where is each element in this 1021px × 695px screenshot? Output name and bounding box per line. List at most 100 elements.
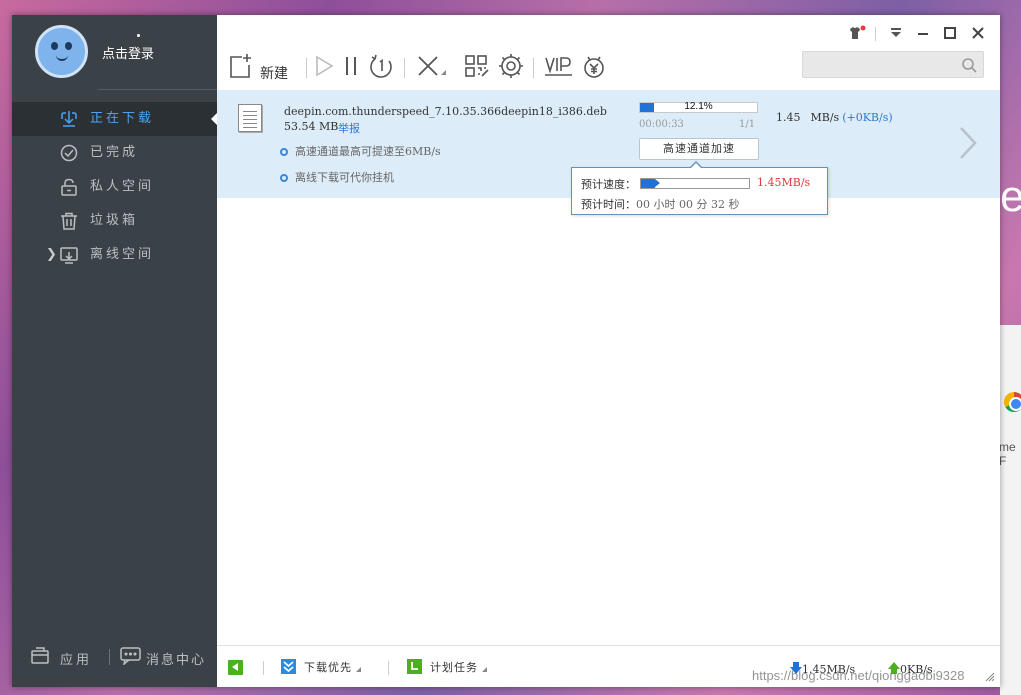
resize-grip-icon[interactable] (985, 672, 995, 682)
sidebar-footer: 应用 消息中心 (12, 645, 217, 675)
new-task-label: 新建 (260, 66, 288, 82)
messages-button[interactable]: 消息中心 (120, 647, 204, 669)
schedule-label: 计划任务 (430, 661, 478, 674)
close-icon (972, 27, 984, 39)
toolbar-divider (533, 58, 534, 78)
close-button[interactable] (971, 25, 985, 41)
sidebar: 点击登录 正在下载 已完成 私人空间 垃圾箱 ❯ 离线空间 应用 消息中心 (12, 15, 217, 687)
sidebar-item-completed[interactable]: 已完成 (12, 136, 217, 170)
message-icon (120, 647, 141, 666)
tip-offline[interactable]: 离线下载可代你挂机 (280, 169, 394, 185)
progress-bar: 12.1% (639, 101, 758, 113)
dropdown-icon (356, 667, 361, 672)
new-task-button[interactable]: 新建 (229, 53, 304, 82)
schedule-icon (407, 659, 422, 674)
bullet-icon (280, 174, 288, 182)
sidebar-nav: 正在下载 已完成 私人空间 垃圾箱 ❯ 离线空间 (12, 102, 217, 272)
speed-limit-button[interactable] (369, 53, 395, 81)
sidebar-item-trash[interactable]: 垃圾箱 (12, 204, 217, 238)
bullet-icon (280, 148, 288, 156)
avatar[interactable] (35, 25, 88, 78)
estimated-time-label: 预计时间： (581, 198, 636, 211)
trash-icon (61, 212, 77, 230)
report-link[interactable]: 举报 (338, 120, 360, 136)
chevron-right-icon[interactable] (957, 125, 979, 161)
priority-label: 下载优先 (304, 661, 352, 674)
sidebar-item-label: 离线空间 (90, 247, 155, 262)
play-icon (316, 55, 334, 77)
sidebar-footer-divider (109, 649, 110, 665)
delete-icon (418, 56, 446, 76)
speed-value: 1.45 (776, 111, 801, 124)
progress-text: 12.1% (684, 101, 713, 112)
toolbar: 新建 (217, 49, 1000, 89)
speed-unit: MB/s (810, 111, 840, 124)
tip-text: 离线下载可代你挂机 (295, 171, 394, 184)
speed-extra: (+0KB/s) (842, 111, 893, 124)
dropdown-icon (482, 667, 487, 672)
maximize-button[interactable] (943, 25, 957, 41)
apps-button[interactable]: 应用 (30, 647, 89, 669)
file-icon (238, 104, 262, 132)
sidebar-item-offline-space[interactable]: ❯ 离线空间 (12, 238, 217, 272)
login-link[interactable]: 点击登录 (102, 43, 154, 62)
estimated-speed-value: 1.45MB/s (757, 176, 811, 189)
maximize-icon (944, 27, 956, 39)
sidebar-item-private-space[interactable]: 私人空间 (12, 170, 217, 204)
vip-button[interactable] (544, 53, 574, 81)
title-divider (875, 27, 876, 41)
high-speed-accelerate-button[interactable]: 高速通道加速 (639, 138, 759, 160)
skin-button[interactable] (846, 25, 866, 41)
back-button[interactable] (228, 660, 243, 675)
money-icon (584, 56, 604, 78)
messages-label: 消息中心 (146, 653, 207, 668)
estimated-time: 预计时间：00 小时 00 分 32 秒 (581, 196, 739, 212)
tip-high-speed[interactable]: 高速通道最高可提速至6MB/s (280, 143, 441, 159)
settings-button[interactable] (498, 53, 524, 81)
sidebar-item-label: 正在下载 (90, 111, 155, 126)
lock-icon (61, 178, 77, 196)
desktop-logo-fragment: e (1000, 172, 1021, 221)
thunder-window: 点击登录 正在下载 已完成 私人空间 垃圾箱 ❯ 离线空间 应用 消息中心 新建… (12, 15, 1000, 687)
toolbar-divider (404, 58, 405, 78)
toolbar-divider (306, 58, 307, 78)
start-button[interactable] (313, 53, 335, 81)
pause-button[interactable] (342, 53, 360, 81)
check-circle-icon (60, 144, 78, 162)
estimated-speed-bar (640, 178, 750, 189)
menu-button[interactable] (889, 25, 903, 41)
elapsed-time: 00:00:33 (639, 119, 684, 130)
chevron-right-icon[interactable]: ❯ (46, 238, 60, 272)
vip-icon (545, 57, 572, 76)
delete-button[interactable] (416, 53, 448, 81)
status-divider (388, 661, 389, 675)
search-icon[interactable] (961, 57, 977, 73)
menu-dropdown-icon (891, 28, 901, 37)
file-name: deepin.com.thunderspeed_7.10.35.366deepi… (284, 105, 607, 118)
search-input[interactable] (803, 52, 953, 77)
apps-label: 应用 (60, 653, 93, 668)
speed-knob-icon (655, 179, 661, 187)
notification-dot (137, 34, 140, 37)
speed-estimate-tooltip: 预计速度： 1.45MB/s 预计时间：00 小时 00 分 32 秒 (571, 161, 828, 215)
qrcode-button[interactable] (464, 53, 490, 81)
sidebar-item-label: 已完成 (90, 145, 139, 160)
download-icon (61, 111, 77, 127)
watermark: https://blog.csdn.net/qionggaobi9328 (752, 668, 965, 683)
limit-speed-icon (370, 54, 392, 78)
download-priority-menu[interactable]: 下载优先 (281, 659, 361, 675)
status-divider (263, 661, 264, 675)
file-size: 53.54 MB (284, 120, 339, 133)
chrome-icon[interactable] (1004, 392, 1021, 412)
shirt-icon (850, 25, 866, 39)
search-box (802, 51, 984, 78)
new-task-icon (230, 54, 251, 78)
sidebar-item-downloading[interactable]: 正在下载 (12, 102, 217, 136)
desktop-panel (1000, 325, 1021, 695)
money-button[interactable] (581, 53, 607, 81)
minimize-button[interactable] (916, 25, 930, 41)
minimize-icon (918, 33, 928, 35)
scheduled-task-menu[interactable]: 计划任务 (407, 659, 487, 675)
settings-icon (499, 54, 523, 78)
download-speed: 1.45 MB/s (+0KB/s) (776, 111, 893, 124)
